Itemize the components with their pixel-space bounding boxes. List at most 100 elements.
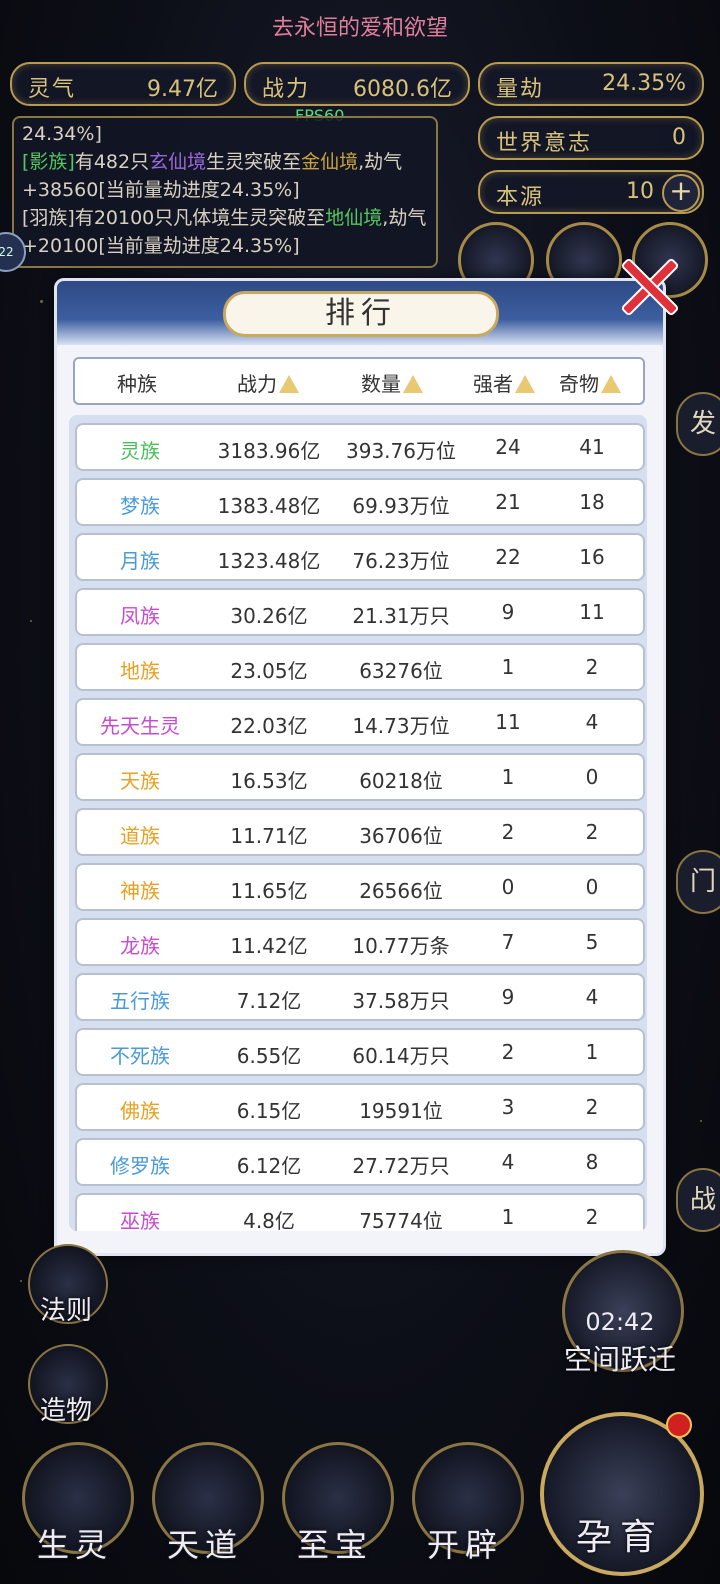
close-icon[interactable] — [618, 255, 678, 315]
liangjie-stat[interactable]: 量劫 24.35% — [478, 62, 704, 106]
star — [20, 1280, 22, 1282]
ranking-panel: 排行 种族 战力 数量 强者 奇物 灵族 3183.96亿 393.76万位 24 41… — [54, 278, 666, 1256]
table-row[interactable]: 月族 1323.48亿 76.23万位 22 16 — [75, 533, 645, 581]
table-row[interactable]: 地族 23.05亿 63276位 1 2 — [75, 643, 645, 691]
race-cell: 不死族 — [110, 1044, 170, 1068]
power-cell: 22.03亿 — [230, 714, 308, 738]
realm-name: 金仙境 — [301, 151, 359, 173]
race-cell: 五行族 — [110, 989, 170, 1013]
table-row[interactable]: 道族 11.71亿 36706位 2 2 — [75, 808, 645, 856]
notification-dot-icon — [666, 1412, 692, 1438]
table-row[interactable]: 梦族 1383.48亿 69.93万位 21 18 — [75, 478, 645, 526]
count-cell: 63276位 — [359, 659, 443, 683]
rare-cell: 0 — [585, 875, 599, 899]
power-cell: 3183.96亿 — [217, 439, 321, 463]
sort-arrow-icon[interactable] — [515, 375, 535, 393]
count-cell: 26566位 — [359, 879, 443, 903]
countdown-timer: 02:42 — [585, 1308, 655, 1336]
table-header: 种族 战力 数量 强者 奇物 — [73, 357, 645, 405]
table-row[interactable]: 巫族 4.8亿 75774位 1 2 — [75, 1193, 645, 1231]
race-cell: 梦族 — [120, 494, 160, 518]
race-cell: 龙族 — [120, 934, 160, 958]
stat-label: 量劫 — [496, 77, 545, 102]
nurture-button[interactable]: 孕育 — [540, 1408, 704, 1584]
strong-cell: 2 — [501, 820, 515, 844]
sort-arrow-icon[interactable] — [601, 375, 621, 393]
table-row[interactable]: 五行族 7.12亿 37.58万只 9 4 — [75, 973, 645, 1021]
power-cell: 1323.48亿 — [217, 549, 321, 573]
power-cell: 23.05亿 — [230, 659, 308, 683]
side-button-men[interactable]: 门 — [676, 850, 720, 914]
button-label: 开辟 — [426, 1526, 503, 1564]
table-row[interactable]: 先天生灵 22.03亿 14.73万位 11 4 — [75, 698, 645, 746]
power-cell: 11.65亿 — [230, 879, 308, 903]
count-cell: 60.14万只 — [352, 1044, 450, 1068]
power-cell: 11.42亿 — [230, 934, 308, 958]
table-row[interactable]: 凤族 30.26亿 21.31万只 9 11 — [75, 588, 645, 636]
button-label: 造物 — [39, 1396, 92, 1426]
stat-label: 世界意志 — [496, 131, 593, 156]
world-will-stat[interactable]: 世界意志 0 — [478, 116, 704, 160]
zhanli-stat[interactable]: 战力 6080.6亿 — [244, 62, 470, 106]
side-button-zhan[interactable]: 战 — [676, 1168, 720, 1232]
button-label: 生灵 — [36, 1526, 113, 1564]
rare-cell: 11 — [579, 600, 605, 624]
race-cell: 佛族 — [120, 1099, 160, 1123]
column-power[interactable]: 战力 — [237, 368, 299, 397]
log-entry: [羽族]有20100只凡体境生灵突破至地仙境,劫气+20100[当前量劫进度24… — [22, 204, 428, 260]
race-cell: 道族 — [120, 824, 160, 848]
table-row[interactable]: 灵族 3183.96亿 393.76万位 24 41 — [75, 423, 645, 471]
create-button[interactable]: 造物 — [24, 1344, 108, 1428]
space-jump-button[interactable]: 02:42 空间跃迁 — [550, 1250, 690, 1380]
column-count[interactable]: 数量 — [361, 368, 423, 397]
strong-cell: 2 — [501, 1040, 515, 1064]
power-cell: 6.55亿 — [236, 1044, 302, 1068]
rare-cell: 2 — [585, 820, 599, 844]
column-rare[interactable]: 奇物 — [559, 368, 621, 397]
table-row[interactable]: 不死族 6.55亿 60.14万只 2 1 — [75, 1028, 645, 1076]
rare-cell: 41 — [579, 435, 605, 459]
column-strong[interactable]: 强者 — [473, 368, 535, 397]
count-cell: 37.58万只 — [352, 989, 450, 1013]
log-text: 有482只 — [74, 151, 150, 173]
nav-treasure-button[interactable]: 至宝 — [272, 1442, 398, 1578]
lingqi-stat[interactable]: 灵气 9.47亿 — [10, 62, 236, 106]
count-cell: 69.93万位 — [352, 494, 450, 518]
rare-cell: 16 — [579, 545, 605, 569]
strong-cell: 9 — [501, 985, 515, 1009]
ranking-list[interactable]: 灵族 3183.96亿 393.76万位 24 41 梦族 1383.48亿 69.93万位 2… — [69, 415, 647, 1231]
nav-life-button[interactable]: 生灵 — [12, 1442, 138, 1578]
table-row[interactable]: 神族 11.65亿 26566位 0 0 — [75, 863, 645, 911]
add-icon[interactable]: + — [662, 174, 700, 212]
table-row[interactable]: 佛族 6.15亿 19591位 3 2 — [75, 1083, 645, 1131]
strong-cell: 1 — [501, 655, 515, 679]
column-label: 强者 — [473, 372, 513, 396]
origin-stat[interactable]: 本源 10 + — [478, 170, 704, 214]
power-cell: 6.15亿 — [236, 1099, 302, 1123]
table-row[interactable]: 修罗族 6.12亿 27.72万只 4 8 — [75, 1138, 645, 1186]
race-cell: 神族 — [120, 879, 160, 903]
event-log[interactable]: 24.34%] [影族]有482只玄仙境生灵突破至金仙境,劫气+38560[当前… — [12, 116, 438, 268]
table-row[interactable]: 天族 16.53亿 60218位 1 0 — [75, 753, 645, 801]
table-row[interactable]: 龙族 11.42亿 10.77万条 7 5 — [75, 918, 645, 966]
power-cell: 4.8亿 — [243, 1209, 295, 1231]
rare-cell: 4 — [585, 985, 599, 1009]
rare-cell: 8 — [585, 1150, 599, 1174]
strong-cell: 7 — [501, 930, 515, 954]
stat-value: 0 — [672, 125, 686, 150]
law-button[interactable]: 法则 — [24, 1244, 108, 1328]
count-cell: 36706位 — [359, 824, 443, 848]
count-cell: 21.31万只 — [352, 604, 450, 628]
rare-cell: 5 — [585, 930, 599, 954]
sort-arrow-icon[interactable] — [403, 375, 423, 393]
sort-arrow-icon[interactable] — [279, 375, 299, 393]
log-text: 有20100只凡体境生灵突破至 — [74, 207, 326, 229]
power-cell: 1383.48亿 — [217, 494, 321, 518]
count-cell: 60218位 — [359, 769, 443, 793]
nav-dao-button[interactable]: 天道 — [142, 1442, 268, 1578]
count-cell: 393.76万位 — [346, 439, 456, 463]
rare-cell: 2 — [585, 1095, 599, 1119]
power-cell: 11.71亿 — [230, 824, 308, 848]
nav-open-button[interactable]: 开辟 — [402, 1442, 528, 1578]
side-button-fa[interactable]: 发 — [676, 392, 720, 456]
